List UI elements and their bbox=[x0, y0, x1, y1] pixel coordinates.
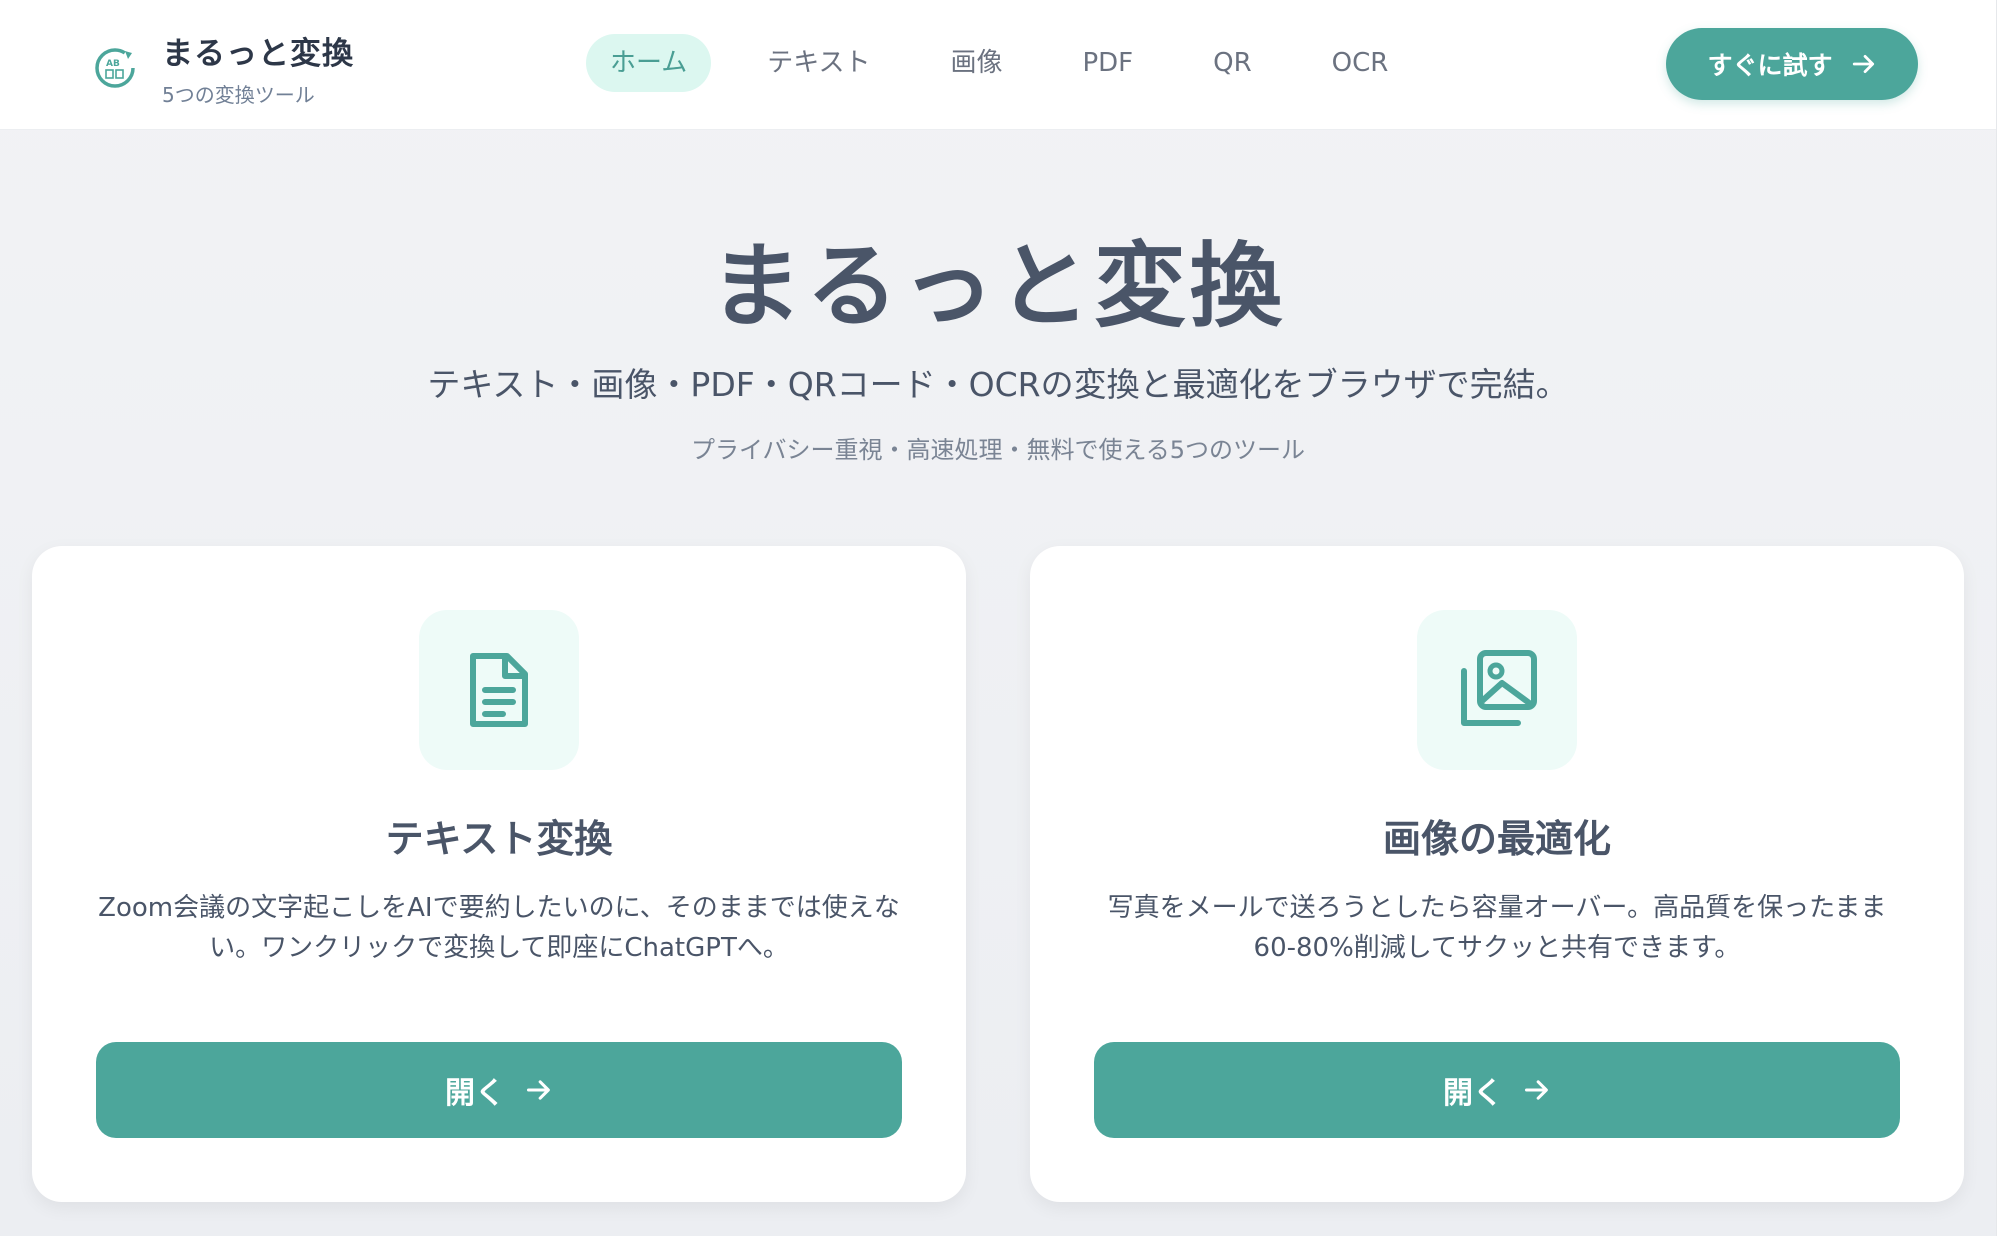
arrow-right-icon bbox=[526, 1080, 550, 1100]
hero-title: まるっと変換 bbox=[709, 233, 1286, 340]
brand-title: まるっと変換 bbox=[162, 36, 354, 72]
nav-qr[interactable]: QR bbox=[1189, 34, 1276, 92]
nav-image[interactable]: 画像 bbox=[926, 34, 1026, 92]
card-description: 写真をメールで送ろうとしたら容量オーバー。高品質を保ったまま60-80%削減して… bbox=[1107, 893, 1887, 963]
scrollbar-track[interactable] bbox=[1996, 0, 2004, 1236]
arrow-right-icon bbox=[1852, 55, 1874, 73]
main-nav: ホーム テキスト 画像 PDF QR OCR bbox=[586, 34, 1444, 92]
open-image-tool-button[interactable]: 開く bbox=[1094, 1042, 1900, 1138]
conversion-logo-icon: AB bbox=[95, 48, 135, 88]
brand-subtitle: 5つの変換ツール bbox=[162, 83, 315, 107]
tool-card-text: テキスト変換 Zoom会議の文字起こしをAIで要約したいのに、そのままでは使えな… bbox=[32, 546, 966, 1202]
nav-home[interactable]: ホーム bbox=[586, 34, 712, 92]
hero-subtitle: テキスト・画像・PDF・QRコード・OCRの変換と最適化をブラウザで完結。 bbox=[427, 365, 1569, 404]
try-now-label: すぐに試す bbox=[1707, 51, 1833, 80]
tool-card-image: 画像の最適化 写真をメールで送ろうとしたら容量オーバー。高品質を保ったまま60-… bbox=[1030, 546, 1964, 1202]
site-header: AB まるっと変換 5つの変換ツール ホーム テキスト 画像 PDF QR OC… bbox=[0, 0, 1996, 130]
card-icon-box bbox=[1417, 610, 1577, 770]
nav-text[interactable]: テキスト bbox=[743, 34, 894, 92]
image-gallery-icon bbox=[1461, 650, 1537, 726]
arrow-right-icon bbox=[1524, 1080, 1548, 1100]
card-title: テキスト変換 bbox=[385, 817, 613, 861]
open-button-label: 開く bbox=[1443, 1076, 1503, 1111]
card-description: Zoom会議の文字起こしをAIで要約したいのに、そのままでは使えない。ワンクリッ… bbox=[98, 893, 900, 963]
open-button-label: 開く bbox=[445, 1076, 505, 1111]
card-title: 画像の最適化 bbox=[1382, 817, 1611, 861]
brand[interactable]: AB まるっと変換 5つの変換ツール bbox=[92, 28, 354, 108]
try-now-button[interactable]: すぐに試す bbox=[1666, 28, 1918, 100]
nav-ocr[interactable]: OCR bbox=[1308, 34, 1413, 92]
svg-text:AB: AB bbox=[106, 59, 120, 69]
nav-pdf[interactable]: PDF bbox=[1058, 34, 1157, 92]
hero-note: プライバシー重視・高速処理・無料で使える5つのツール bbox=[690, 436, 1306, 464]
card-icon-box bbox=[419, 610, 579, 770]
open-text-tool-button[interactable]: 開く bbox=[96, 1042, 902, 1138]
document-icon bbox=[470, 653, 528, 727]
